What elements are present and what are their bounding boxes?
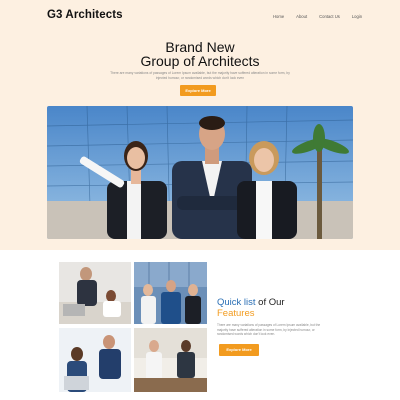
site-logo[interactable]: G3 Architects (47, 9, 123, 21)
features-explore-button[interactable]: Explore More (219, 344, 259, 356)
features-subtitle: There are many variations of passages of… (217, 323, 321, 337)
hero-title-line1: Brand New (165, 39, 235, 55)
features-title-part1: Quick list (217, 297, 256, 308)
hero-section: G3 Architects Home About Contact Us Logi… (0, 0, 400, 250)
hero-team-photo (47, 106, 353, 239)
nav-home[interactable]: Home (273, 14, 284, 19)
main-nav: Home About Contact Us Login (273, 14, 374, 19)
collage-photo-handshake (59, 328, 131, 392)
features-photo-collage (59, 262, 207, 392)
collage-photo-office (134, 328, 207, 392)
features-title-line2: Features (217, 307, 255, 319)
hero-title: Brand New Group of Architects (0, 40, 400, 68)
nav-about[interactable]: About (296, 14, 307, 19)
features-title-part2: of Our (255, 297, 285, 308)
features-title: Quick list of Our Features (217, 297, 285, 319)
nav-login[interactable]: Login (352, 14, 362, 19)
collage-photo-team (134, 262, 207, 324)
hero-title-line2: Group of Architects (140, 53, 260, 69)
hero-explore-button[interactable]: Explore More (180, 85, 216, 96)
collage-photo-meeting (59, 262, 131, 324)
nav-contact-us[interactable]: Contact Us (319, 14, 340, 19)
hero-subtitle: There are many variations of passages of… (110, 71, 290, 80)
